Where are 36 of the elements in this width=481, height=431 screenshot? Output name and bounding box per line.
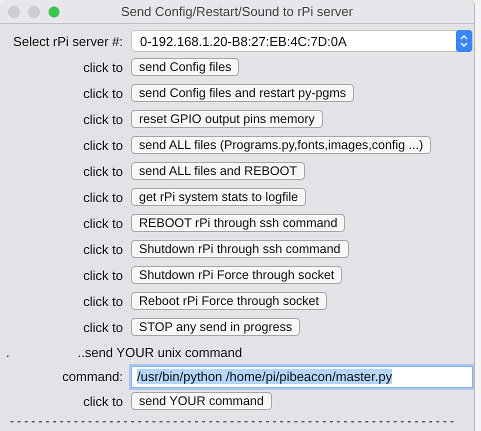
window-title: Send Config/Restart/Sound to rPi server: [121, 4, 353, 19]
send-command-button[interactable]: send YOUR command: [131, 392, 272, 410]
action-button[interactable]: send ALL files and REBOOT: [131, 162, 305, 180]
action-button[interactable]: send Config files and restart py-pgms: [131, 84, 354, 102]
server-select-label: Select rPi server #:: [13, 34, 123, 48]
window-control-icon[interactable]: [8, 6, 20, 18]
stepper-icon[interactable]: [456, 30, 472, 52]
action-button[interactable]: REBOOT rPi through ssh command: [131, 214, 346, 232]
click-to-label: click to: [83, 138, 123, 152]
action-button[interactable]: Shutdown rPi through ssh command: [131, 240, 348, 258]
action-button[interactable]: send ALL files (Programs.py,fonts,images,config ...): [131, 136, 432, 154]
action-button[interactable]: send Config files: [131, 58, 240, 76]
window-control-icon[interactable]: [28, 6, 40, 18]
action-button[interactable]: Shutdown rPi Force through socket: [131, 266, 342, 284]
click-to-label: click to: [83, 294, 123, 308]
action-button[interactable]: STOP any send in progress: [131, 318, 300, 336]
click-to-label: click to: [83, 112, 123, 126]
action-button[interactable]: Reboot rPi Force through socket: [131, 292, 327, 310]
click-to-label: click to: [83, 86, 123, 100]
click-to-label: click to: [83, 242, 123, 256]
click-to-label: click to: [83, 190, 123, 204]
click-to-label: click to: [83, 320, 123, 334]
click-to-label: click to: [83, 394, 123, 408]
dot-text: .: [5, 344, 10, 360]
server-select[interactable]: 0-192.168.1.20-B8:27:EB:4C:7D:0A: [131, 30, 473, 52]
dashed-separator: ---------------------------------------------------------------: [9, 414, 458, 428]
window-control-icon[interactable]: [48, 6, 60, 18]
click-to-label: click to: [83, 164, 123, 178]
command-label: command:: [62, 369, 123, 384]
click-to-label: click to: [83, 60, 123, 74]
command-field[interactable]: /usr/bin/python /home/pi/pibeacon/master.py: [131, 366, 473, 388]
section-heading: ..send YOUR unix command: [78, 344, 242, 360]
action-button[interactable]: get rPi system stats to logfile: [131, 188, 306, 206]
action-button[interactable]: reset GPIO output pins memory: [131, 110, 323, 128]
click-to-label: click to: [83, 268, 123, 282]
click-to-label: click to: [83, 216, 123, 230]
